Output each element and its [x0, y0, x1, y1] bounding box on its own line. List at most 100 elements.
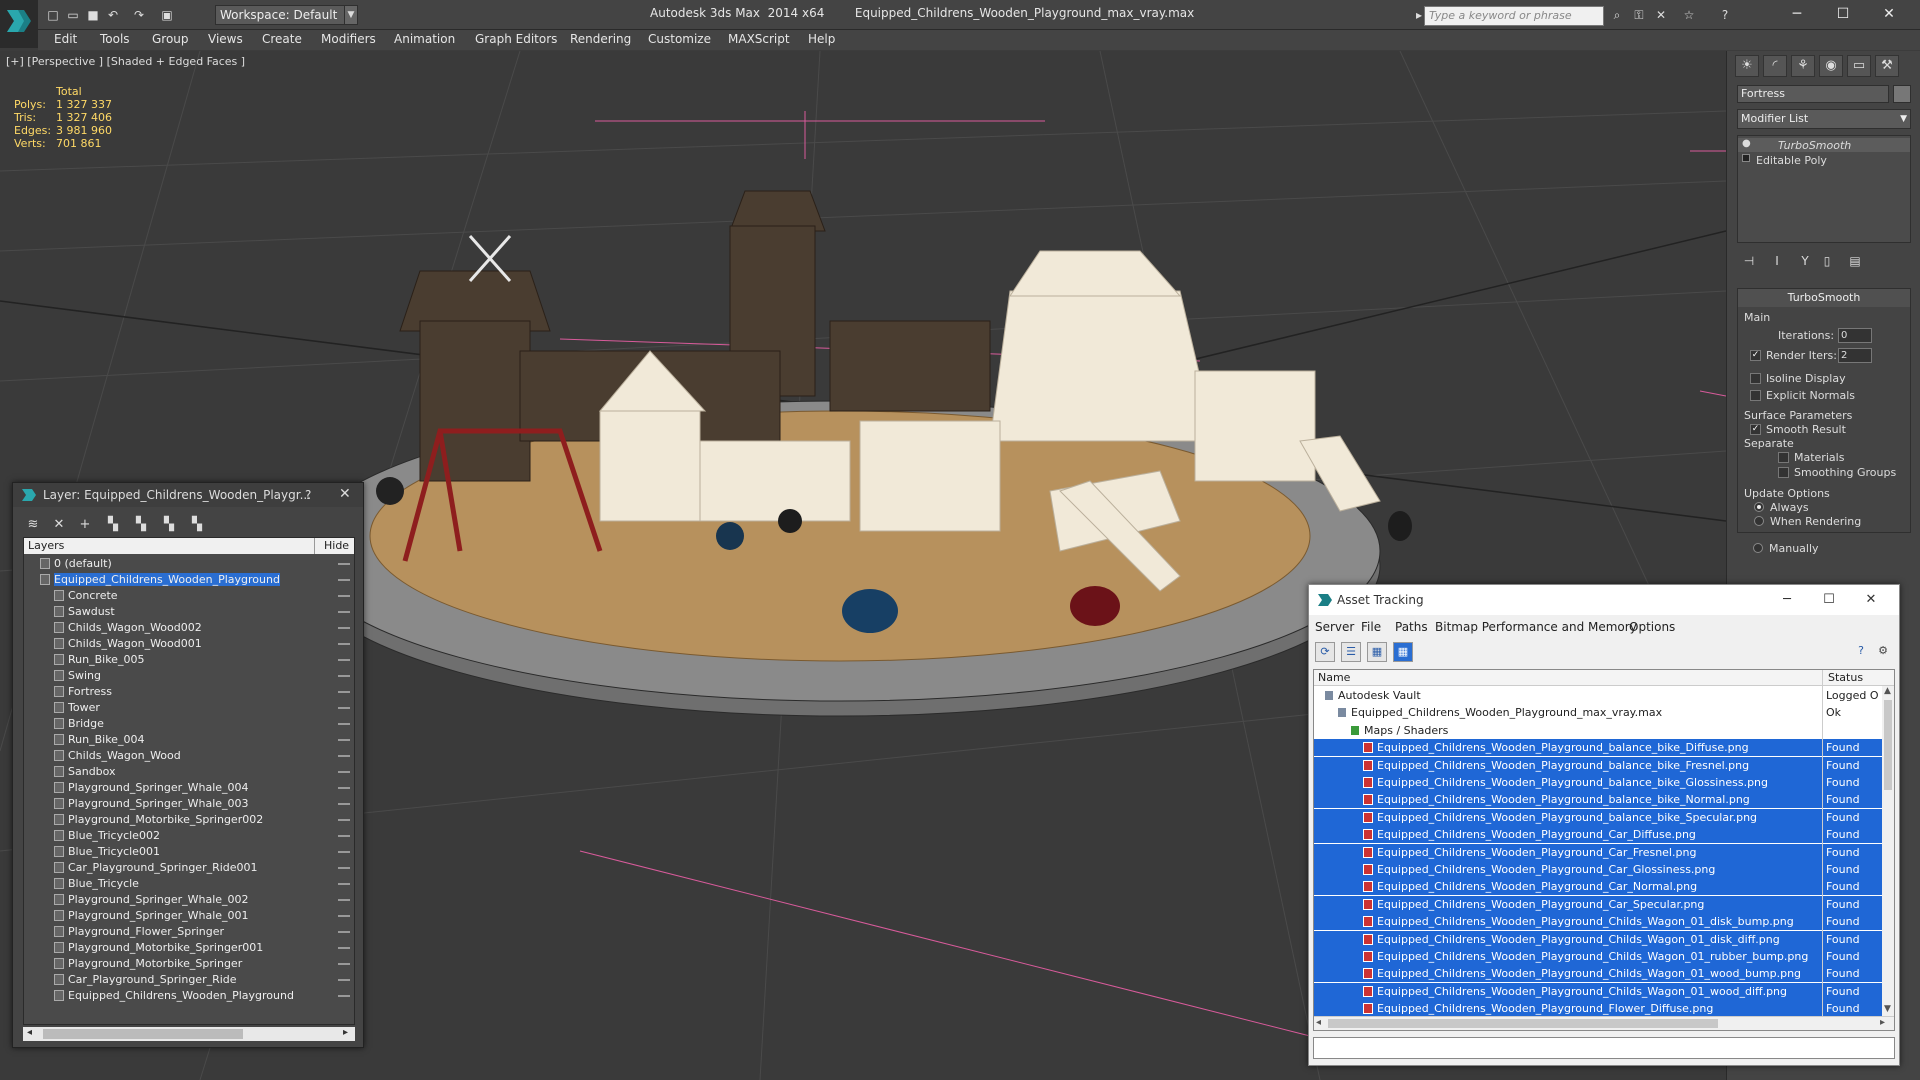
hide-toggle[interactable]	[338, 867, 350, 869]
always-radio[interactable]	[1754, 502, 1764, 512]
show-end-result-icon[interactable]: I	[1767, 251, 1787, 271]
asset-row[interactable]: Equipped_Childrens_Wooden_Playground_Car…	[1314, 861, 1882, 878]
object-name-field[interactable]: Fortress	[1737, 85, 1889, 103]
hide-toggle[interactable]	[338, 771, 350, 773]
project-folder-icon[interactable]: ▣	[158, 6, 176, 24]
layer-row[interactable]: Playground_Flower_Springer	[24, 924, 354, 940]
asset-menu-file[interactable]: File	[1361, 620, 1381, 634]
layer-row[interactable]: Playground_Springer_Whale_004	[24, 780, 354, 796]
help-icon[interactable]: ?	[1716, 6, 1734, 24]
layer-row[interactable]: Playground_Motorbike_Springer002	[24, 812, 354, 828]
refresh-icon[interactable]: ⟳	[1315, 642, 1335, 662]
layer-row[interactable]: Concrete	[24, 588, 354, 604]
layer-row[interactable]: Run_Bike_004	[24, 732, 354, 748]
hide-toggle[interactable]	[338, 723, 350, 725]
settings-icon[interactable]: ⚙	[1873, 642, 1893, 662]
layer-row[interactable]: Blue_Tricycle	[24, 876, 354, 892]
layer-row[interactable]: Bridge	[24, 716, 354, 732]
layer-row[interactable]: Equipped_Childrens_Wooden_Playground	[24, 572, 354, 588]
hide-toggle[interactable]	[338, 691, 350, 693]
highlight-layer-icon[interactable]: ▚	[131, 515, 151, 535]
layer-row[interactable]: Car_Playground_Springer_Ride	[24, 972, 354, 988]
menu-group[interactable]: Group	[152, 32, 189, 46]
save-file-icon[interactable]: ■	[84, 6, 102, 24]
select-objects-icon[interactable]: ▚	[103, 515, 123, 535]
undo-icon[interactable]: ↶	[104, 6, 122, 24]
menu-tools[interactable]: Tools	[100, 32, 130, 46]
layer-row[interactable]: Swing	[24, 668, 354, 684]
menu-edit[interactable]: Edit	[54, 32, 77, 46]
asset-row[interactable]: Equipped_Childrens_Wooden_Playground_Chi…	[1314, 982, 1882, 1000]
layer-row[interactable]: Playground_Springer_Whale_003	[24, 796, 354, 812]
asset-row[interactable]: Equipped_Childrens_Wooden_Playground_bal…	[1314, 774, 1882, 791]
hide-toggle[interactable]	[338, 995, 350, 997]
asset-row[interactable]: Autodesk Vault Logged O	[1314, 687, 1882, 704]
table-view-icon[interactable]: ▦	[1393, 642, 1413, 662]
hide-toggle[interactable]	[338, 579, 350, 581]
hierarchy-tab-icon[interactable]: ⚘	[1791, 55, 1815, 77]
remove-modifier-icon[interactable]: ▯	[1817, 251, 1837, 271]
asset-row[interactable]: Equipped_Childrens_Wooden_Playground_Flo…	[1314, 1000, 1882, 1018]
asset-row[interactable]: Equipped_Childrens_Wooden_Playground_Chi…	[1314, 913, 1882, 931]
maximize-button[interactable]: ☐	[1809, 589, 1849, 611]
hide-toggle[interactable]	[338, 899, 350, 901]
menu-customize[interactable]: Customize	[648, 32, 711, 46]
hide-toggle[interactable]	[338, 883, 350, 885]
asset-row[interactable]: Maps / Shaders	[1314, 722, 1882, 739]
configure-sets-icon[interactable]: ▤	[1845, 251, 1865, 271]
expand-icon[interactable]	[1742, 154, 1750, 162]
column-status[interactable]: Status	[1828, 671, 1863, 684]
layer-row[interactable]: Blue_Tricycle001	[24, 844, 354, 860]
new-file-icon[interactable]: □	[44, 6, 62, 24]
smoothing-groups-checkbox[interactable]	[1778, 467, 1789, 478]
layer-row[interactable]: Sawdust	[24, 604, 354, 620]
hide-toggle[interactable]	[338, 979, 350, 981]
hide-toggle[interactable]	[338, 643, 350, 645]
layer-row[interactable]: Fortress	[24, 684, 354, 700]
asset-row[interactable]: Equipped_Childrens_Wooden_Playground_Chi…	[1314, 965, 1882, 983]
subscription-icon[interactable]: ⚿	[1630, 6, 1648, 24]
layer-row[interactable]: 0 (default)	[24, 556, 354, 572]
asset-row[interactable]: Equipped_Childrens_Wooden_Playground_bal…	[1314, 808, 1882, 826]
menu-graph-editors[interactable]: Graph Editors	[475, 32, 557, 46]
hide-toggle[interactable]	[338, 787, 350, 789]
scroll-up-icon[interactable]: ▲	[1884, 686, 1891, 696]
hide-toggle[interactable]	[338, 803, 350, 805]
search-input[interactable]: Type a keyword or phrase	[1424, 6, 1604, 26]
asset-row[interactable]: Equipped_Childrens_Wooden_Playground_Car…	[1314, 843, 1882, 861]
render-iters-spinner[interactable]: 2	[1838, 348, 1872, 363]
layer-row[interactable]: Sandbox	[24, 764, 354, 780]
manually-radio[interactable]	[1753, 543, 1763, 553]
asset-menu-options[interactable]: Options	[1629, 620, 1675, 634]
freeze-all-icon[interactable]: ▚	[187, 515, 207, 535]
app-menu-button[interactable]	[0, 0, 38, 48]
viewport-label[interactable]: [+] [Perspective ] [Shaded + Edged Faces…	[6, 55, 245, 68]
menu-maxscript[interactable]: MAXScript	[728, 32, 790, 46]
menu-rendering[interactable]: Rendering	[570, 32, 631, 46]
menu-animation[interactable]: Animation	[394, 32, 455, 46]
layer-row[interactable]: Childs_Wagon_Wood002	[24, 620, 354, 636]
scrollbar-thumb[interactable]	[1328, 1019, 1718, 1028]
asset-menu-server[interactable]: Server	[1315, 620, 1354, 634]
hide-toggle[interactable]	[338, 819, 350, 821]
communication-icon[interactable]: ✕	[1652, 6, 1670, 24]
hide-toggle[interactable]	[338, 835, 350, 837]
modifier-list-dropdown[interactable]: Modifier List ▼	[1737, 109, 1911, 129]
when-rendering-radio[interactable]	[1754, 516, 1764, 526]
asset-path-field[interactable]	[1313, 1037, 1895, 1059]
create-tab-icon[interactable]: ☀	[1735, 55, 1759, 77]
scroll-down-icon[interactable]: ▼	[1884, 1004, 1891, 1014]
layer-row[interactable]: Childs_Wagon_Wood001	[24, 636, 354, 652]
asset-row[interactable]: Equipped_Childrens_Wooden_Playground_max…	[1314, 704, 1882, 721]
column-name[interactable]: Name	[1318, 671, 1350, 684]
binoculars-icon[interactable]: ⌕	[1608, 6, 1626, 24]
help-icon[interactable]: ?	[305, 488, 311, 502]
horizontal-scrollbar[interactable]: ◂ ▸	[1314, 1016, 1894, 1030]
rollout-title[interactable]: TurboSmooth	[1738, 289, 1910, 307]
delete-layer-icon[interactable]: ✕	[49, 515, 69, 535]
asset-dialog-titlebar[interactable]: Asset Tracking ─ ☐ ✕	[1309, 585, 1899, 615]
minimize-button[interactable]: ─	[1767, 589, 1807, 611]
make-unique-icon[interactable]: Y	[1795, 251, 1815, 271]
asset-row[interactable]: Equipped_Childrens_Wooden_Playground_Car…	[1314, 826, 1882, 844]
motion-tab-icon[interactable]: ◉	[1819, 55, 1843, 77]
